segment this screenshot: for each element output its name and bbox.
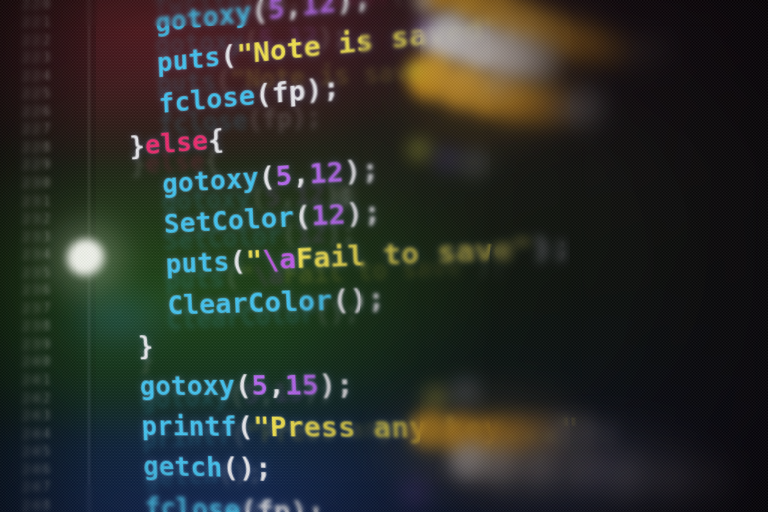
depth-of-field-bottom (60, 484, 768, 512)
depth-of-field-top (60, 0, 768, 26)
right-falloff (0, 0, 768, 512)
screenshot-canvas: 2192202212222232242252262272282292302312… (0, 0, 768, 512)
